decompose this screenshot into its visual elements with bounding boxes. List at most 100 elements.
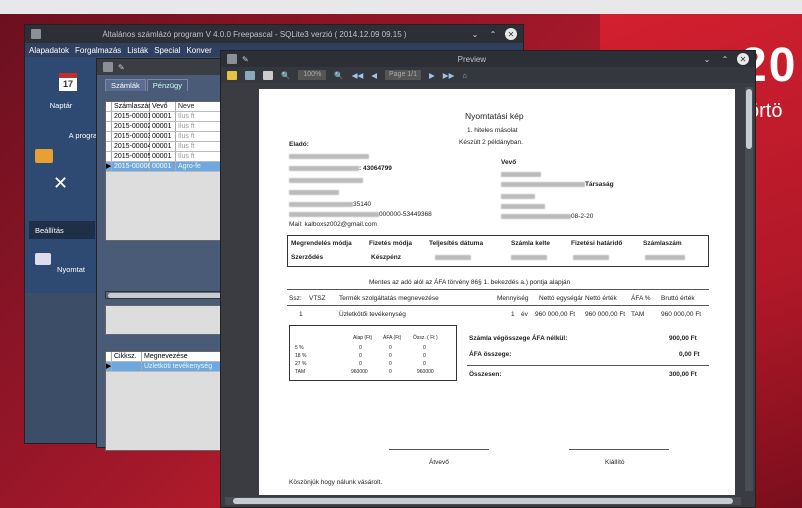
last-page-icon[interactable]: ▶▶ [443,71,455,80]
tab-szamlak[interactable]: Számlák [105,79,146,91]
window-icon [227,54,237,64]
grand-total: 300,00 Ft [669,371,697,378]
seller-label: Eladó: [289,141,309,148]
prev-page-icon[interactable]: ◀ [371,71,377,80]
item-unit-price: 960 000,00 Ft [535,311,576,318]
desktop-top-strip [0,0,802,14]
menu-listak[interactable]: Listák [127,46,148,55]
scrollbar-thumb[interactable] [233,498,733,504]
menu-alapadatok[interactable]: Alapadatok [29,46,69,55]
cell-no: 2015-00001 [112,112,152,121]
vat-vat: 0 [389,369,392,375]
divider [467,365,709,366]
vat-col-2: Össz. ( Ft ) [413,335,438,341]
open-icon[interactable] [227,70,237,80]
list-item[interactable]: ▶ Üzletköti tevékenység [106,362,234,372]
main-sidebar: 17 Naptár A progra ✕ Beállítás Nyomtat [25,57,97,293]
order-val-blur [435,254,471,261]
close-preview-icon[interactable]: ⌂ [462,71,467,80]
item-gross: 960 000,00 Ft [661,311,702,318]
settings-button[interactable]: Beállítás [29,221,95,239]
grand-total-label: Összesen: [469,371,502,378]
preview-titlebar[interactable]: ✎ Preview ⌄ ⌃ ✕ [221,51,755,67]
minimize-icon[interactable]: ⌄ [701,53,713,65]
item-col-4: Nettó egységár [539,295,584,302]
zoom-in-icon[interactable]: 🔍 [334,71,343,80]
print-icon[interactable] [263,70,273,80]
scrollbar-thumb[interactable] [108,293,228,298]
order-val-blur [645,254,685,261]
vat-base: 960000 [351,369,368,375]
menu-special[interactable]: Special [154,46,180,55]
seller-email-line: Mail: kalboxsz002@gmail.com [289,221,377,228]
signature-line [389,449,489,450]
page-field[interactable]: Page 1/1 [385,70,422,80]
cell-buyer: 00001 [150,152,176,161]
calendar-label[interactable]: Naptár [25,101,97,110]
print-icon[interactable] [35,253,51,265]
invoice-grid-scrollbar[interactable] [105,291,235,299]
preview-vertical-scrollbar[interactable] [745,87,753,491]
table-row[interactable]: 2015-00001 00001 Ilus ft [106,112,234,122]
app-icon [31,29,41,39]
seller-tax: 43064799 [362,165,392,172]
items-grid: Cikksz. Megnevezése ▶ Üzletköti tevékeny… [105,351,235,451]
vat-col-1: ÁFA (Ft) [383,335,402,341]
first-page-icon[interactable]: ◀◀ [352,71,364,80]
tab-penzugy[interactable]: Pénzügy [146,79,188,91]
zoom-out-icon[interactable]: 🔍 [281,71,290,80]
invoice-icon[interactable] [35,149,53,163]
grid-header: Számlaszám Vevő Neve [106,102,234,112]
maximize-icon[interactable]: ⌃ [487,28,499,40]
table-row[interactable]: 2015-00003 00001 Ilus ft [106,132,234,142]
item-name: Üzletkötői tevékenység [339,311,406,318]
pin-icon[interactable]: ✎ [118,63,125,72]
window-icon [103,62,113,72]
col-szamlaszam[interactable]: Számlaszám [112,102,154,111]
calendar-icon[interactable]: 17 [59,73,77,91]
table-row[interactable]: 2015-00004 00001 Ilus ft [106,142,234,152]
cell-no: 2015-00003 [112,132,152,141]
menu-konver[interactable]: Konver [186,46,211,55]
zoom-field[interactable]: 100% [298,70,327,80]
buyer-line [501,203,545,210]
menu-forgalmazas[interactable]: Forgalmazás [75,46,121,55]
item-col-7: Bruttó érték [661,295,695,302]
next-page-icon[interactable]: ▶ [429,71,435,80]
vat-total-label: ÁFA összege: [469,351,512,358]
tools-icon[interactable]: ✕ [53,173,68,194]
table-row[interactable]: 2015-00002 00001 Ilus ft [106,122,234,132]
cell-no: 2015-00006 [112,162,152,171]
pin-icon[interactable]: ✎ [242,55,249,64]
col-cikksz[interactable]: Cikksz. [112,352,142,361]
preview-title: Preview [457,54,487,64]
save-icon[interactable] [245,70,255,80]
seller-line [289,189,339,196]
vat-rate: 27 % [295,361,307,367]
print-label[interactable]: Nyomtat [25,265,97,274]
preview-horizontal-scrollbar[interactable] [225,497,741,505]
scrollbar-thumb[interactable] [746,89,752,149]
close-icon[interactable]: ✕ [505,28,517,40]
order-col-3: Számla kelte [511,240,551,247]
table-row[interactable]: 2015-00005 00001 Ilus ft [106,152,234,162]
main-titlebar[interactable]: Általános számlázó program V 4.0.0 Freep… [25,25,523,43]
divider [287,289,709,290]
seller-tax-line: : 43064799 [289,165,392,172]
buyer-label: Vevő [501,159,517,166]
mail-label: Mail: [289,221,303,228]
vat-total: 960000 [417,369,434,375]
minimize-icon[interactable]: ⌄ [469,28,481,40]
item-code [112,362,142,371]
seller-account: 000000-53449368 [379,211,432,218]
signature-line [569,449,669,450]
vat-rate: 18 % [295,353,307,359]
seller-line [289,177,363,184]
table-row-selected[interactable]: ▶ 2015-00006 00001 Agro-fe [106,162,234,172]
cell-buyer: 00001 [150,122,176,131]
col-vevo[interactable]: Vevő [150,102,176,111]
maximize-icon[interactable]: ⌃ [719,53,731,65]
vat-vat: 0 [389,345,392,351]
close-icon[interactable]: ✕ [737,53,749,65]
invoices-titlebar[interactable]: ✎ [97,59,235,75]
